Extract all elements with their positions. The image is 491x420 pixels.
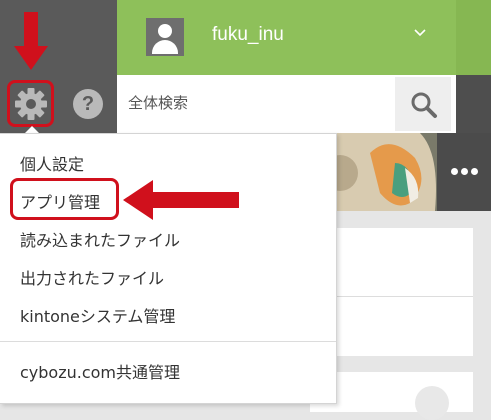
more-options-button[interactable] [437, 133, 491, 211]
user-avatar-icon[interactable] [146, 18, 184, 56]
username[interactable]: fuku_inu [212, 24, 284, 46]
menu-item-cybozu-admin[interactable]: cybozu.com共通管理 [20, 359, 180, 383]
top-bar-right [456, 0, 491, 75]
more-dots-icon [451, 168, 458, 175]
search-button[interactable] [395, 77, 451, 131]
help-icon[interactable]: ? [73, 89, 103, 119]
annotation-arrow-left [123, 180, 239, 220]
chevron-down-icon[interactable] [413, 26, 427, 40]
menu-item-kintone-system-admin[interactable]: kintoneシステム管理 [20, 303, 175, 327]
plus-icon[interactable] [415, 386, 449, 420]
annotation-arrow-down [14, 12, 48, 70]
app-management-highlight-box [10, 178, 119, 220]
toolbar-right [456, 75, 491, 133]
search-input[interactable] [118, 80, 388, 126]
gear-icon[interactable] [13, 86, 49, 122]
search-icon [411, 92, 437, 118]
menu-item-exported-files[interactable]: 出力されたファイル [20, 265, 164, 289]
menu-item-imported-files[interactable]: 読み込まれたファイル [20, 227, 180, 251]
menu-divider [0, 341, 336, 342]
menu-item-personal-settings[interactable]: 個人設定 [20, 151, 84, 175]
